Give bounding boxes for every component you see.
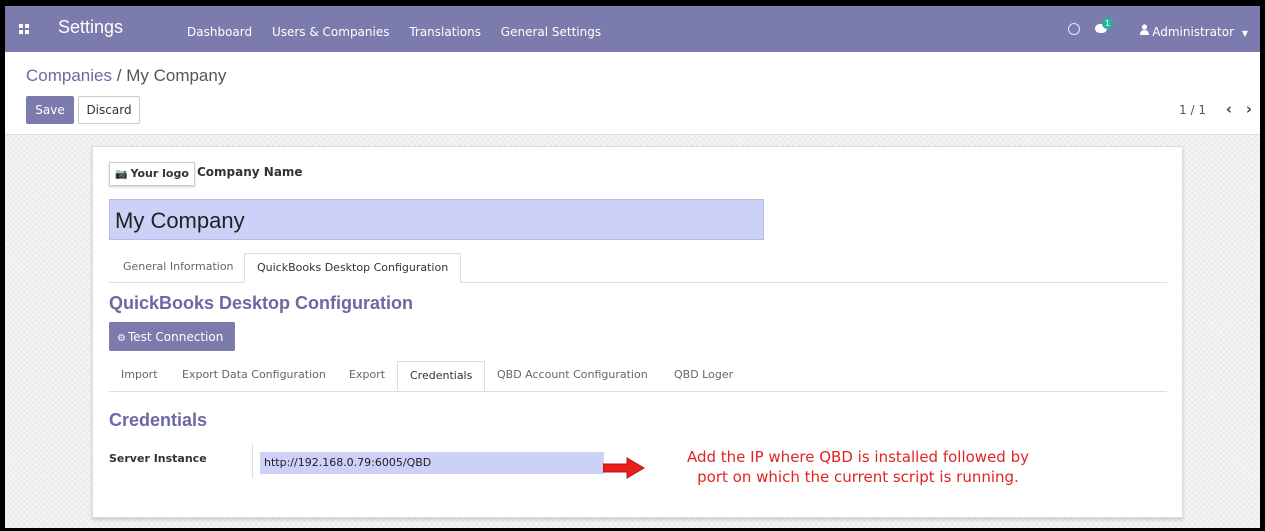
user-menu[interactable]: Administrator ▼ [1152,25,1248,39]
section-title: QuickBooks Desktop Configuration [109,293,414,313]
company-name-input[interactable]: My Company [109,199,764,240]
tab-credentials[interactable]: Credentials [397,361,486,391]
tab-qbd-loger[interactable]: QBD Loger [662,361,745,389]
app-title: Settings [58,17,124,37]
tab-qbd-account-configuration[interactable]: QBD Account Configuration [485,361,660,389]
annotation-line-2: port on which the current script is runn… [697,468,1019,486]
tab-export[interactable]: Export [337,361,397,389]
annotation-line-1: Add the IP where QBD is installed follow… [686,448,1029,466]
server-instance-label: Server Instance [109,452,207,465]
nav-item-users-companies[interactable]: Users & Companies [272,25,390,39]
tab-import[interactable]: Import [109,361,170,389]
tab-export-data-configuration[interactable]: Export Data Configuration [170,361,338,389]
chat-badge: 1 [1102,18,1113,29]
field-divider [252,444,253,478]
nav-item-general-settings[interactable]: General Settings [501,25,601,39]
breadcrumb-separator: / [116,66,122,85]
tab-general-information[interactable]: General Information [111,253,246,281]
chevron-right-icon[interactable]: › [1246,100,1252,118]
clock-icon[interactable] [1068,23,1080,35]
annotation-note: Add the IP where QBD is installed follow… [648,447,1068,487]
top-navbar: Settings Dashboard Users & Companies Tra… [5,6,1260,52]
save-button[interactable]: Save [26,96,74,124]
apps-grid-icon[interactable] [19,24,29,34]
nav-menu: Dashboard Users & Companies Translations… [187,25,617,39]
logo-label: Your logo [130,167,189,180]
breadcrumb-parent[interactable]: Companies [26,66,112,85]
breadcrumb: Companies / My Company [26,66,226,86]
user-name: Administrator [1152,25,1235,39]
nav-item-dashboard[interactable]: Dashboard [187,25,252,39]
user-icon [1140,24,1149,35]
server-instance-input[interactable]: http://192.168.0.79:6005/QBD [260,452,604,474]
logo-upload-button[interactable]: 📷 Your logo [109,162,195,186]
nav-item-translations[interactable]: Translations [409,25,481,39]
breadcrumb-current: My Company [126,66,227,85]
pager-value: 1 / 1 [1179,103,1206,117]
test-connection-button[interactable]: ⚙ Test Connection [109,322,235,351]
credentials-title: Credentials [109,410,208,430]
company-name-label: Company Name [197,165,303,179]
main-tabs: General Information QuickBooks Desktop C… [109,253,1167,283]
arrow-right-icon [603,457,645,479]
test-connection-label: Test Connection [127,329,224,344]
sub-tabs: Import Export Data Configuration Export … [109,361,1167,392]
app-window: Settings Dashboard Users & Companies Tra… [5,6,1260,528]
tab-quickbooks-desktop-configuration[interactable]: QuickBooks Desktop Configuration [244,253,462,283]
chevron-left-icon[interactable]: ‹ [1226,100,1232,118]
camera-icon: 📷 [115,169,128,180]
caret-down-icon: ▼ [1241,29,1248,38]
gears-icon: ⚙ [117,332,126,344]
discard-button[interactable]: Discard [78,96,140,124]
